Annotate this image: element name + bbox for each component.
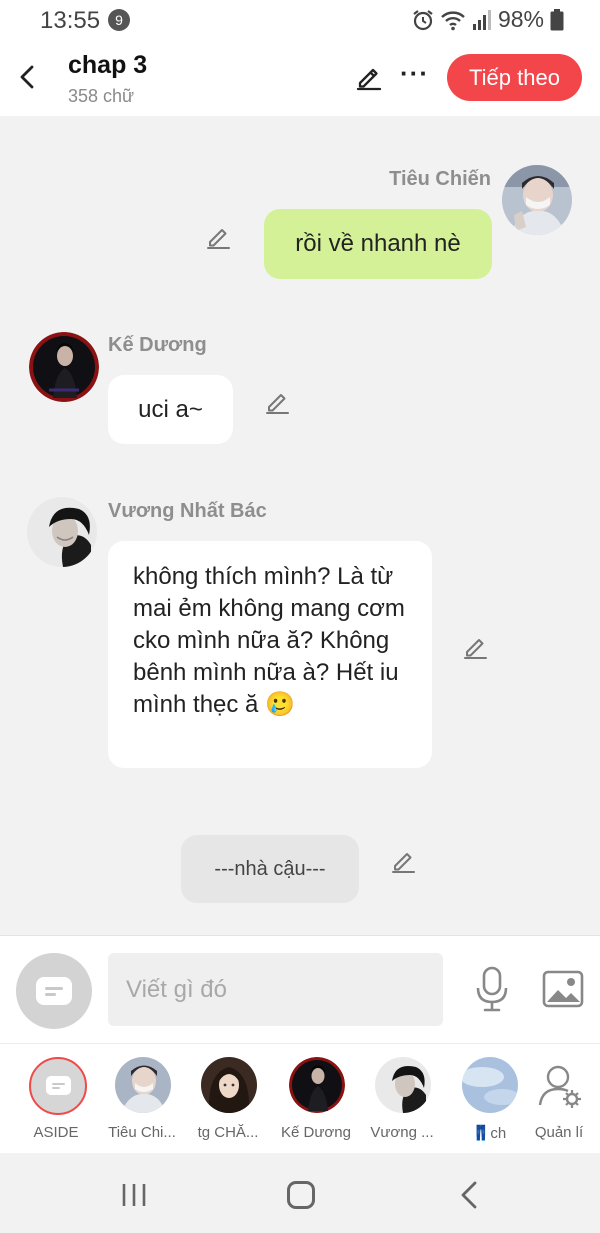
nav-back-icon[interactable]: [458, 1180, 480, 1210]
battery-percent: 98%: [497, 6, 544, 32]
character-tg-chang[interactable]: tg CHĂ...: [187, 1044, 269, 1153]
aside-avatar: [29, 1057, 87, 1115]
edit-pencil-icon[interactable]: [354, 62, 384, 92]
signal-icon: [472, 9, 491, 30]
status-indicators: 98%: [412, 6, 564, 33]
wifi-icon: [441, 10, 465, 30]
home-icon[interactable]: [287, 1181, 315, 1209]
avatar-ke-duong[interactable]: [29, 332, 99, 402]
character-label: Tiêu Chi...: [108, 1124, 176, 1141]
avatar-tieu-chien[interactable]: [502, 165, 572, 235]
composer-bar: [0, 935, 600, 1043]
character-avatar: [289, 1057, 345, 1113]
character-avatar: [201, 1057, 257, 1113]
message-sender-name: Tiêu Chiến: [389, 168, 491, 190]
recent-apps-icon[interactable]: [121, 1183, 147, 1207]
message-bubble[interactable]: rồi về nhanh nè: [264, 209, 492, 279]
edit-message-icon[interactable]: [390, 847, 418, 875]
character-vuong-nhat-bac[interactable]: Vương ...: [361, 1044, 443, 1153]
character-tieu-chien[interactable]: Tiêu Chi...: [101, 1044, 183, 1153]
chapter-title[interactable]: chap 3: [68, 51, 147, 80]
character-label: Kế Dương: [281, 1124, 351, 1141]
app-header: chap 3 358 chữ ··· Tiếp theo: [0, 40, 600, 116]
status-bar: 13:55 9 98%: [0, 0, 600, 40]
character-avatar: [462, 1057, 518, 1113]
character-label: Quản lí: [534, 1124, 584, 1141]
phone-screen: 13:55 9 98% chap 3 358 chữ ··· Tiếp theo…: [0, 0, 600, 1233]
edit-message-icon[interactable]: [264, 388, 292, 416]
character-label: Vương ...: [370, 1124, 434, 1141]
edit-message-icon[interactable]: [462, 633, 490, 661]
image-icon[interactable]: [542, 970, 584, 1008]
character-strip: ASIDE Tiêu Chi... tg CHĂ... Kế Dương Vươ…: [0, 1043, 600, 1153]
edit-message-icon[interactable]: [205, 223, 233, 251]
back-arrow-icon[interactable]: [14, 60, 42, 94]
message-bubble[interactable]: không thích mình? Là từ mai ẻm không man…: [108, 541, 432, 768]
manage-characters[interactable]: Quản lí: [518, 1044, 600, 1153]
status-time: 13:55: [40, 7, 101, 34]
more-options-icon[interactable]: ···: [400, 60, 429, 86]
alarm-icon: [413, 9, 433, 30]
word-count: 358 chữ: [68, 86, 135, 106]
system-navigation-bar: [0, 1153, 600, 1233]
character-avatar: [115, 1057, 171, 1113]
character-aside[interactable]: ASIDE: [15, 1044, 97, 1153]
avatar-vuong-nhat-bac[interactable]: [27, 497, 97, 567]
message-icon: [36, 977, 72, 1005]
chat-area: Tiêu Chiến rồi về nhanh nè Kế Dương uci …: [0, 116, 600, 935]
battery-icon: [550, 8, 564, 30]
character-ke-duong[interactable]: Kế Dương: [275, 1044, 357, 1153]
aside-mode-button[interactable]: [16, 953, 92, 1029]
notification-count-badge: 9: [108, 9, 130, 31]
message-sender-name: Kế Dương: [108, 334, 207, 356]
manage-user-icon: [538, 1065, 581, 1108]
message-icon: [46, 1076, 71, 1095]
message-sender-name: Vương Nhất Bác: [108, 500, 267, 522]
message-input[interactable]: [108, 953, 443, 1026]
character-avatar: [375, 1057, 431, 1113]
next-button[interactable]: Tiếp theo: [447, 54, 582, 101]
character-label: tg CHĂ...: [197, 1124, 259, 1141]
microphone-icon[interactable]: [474, 966, 510, 1012]
aside-narration-bubble[interactable]: ---nhà cậu---: [181, 835, 359, 903]
character-label: ASIDE: [33, 1124, 79, 1141]
message-bubble[interactable]: uci a~: [108, 375, 233, 444]
